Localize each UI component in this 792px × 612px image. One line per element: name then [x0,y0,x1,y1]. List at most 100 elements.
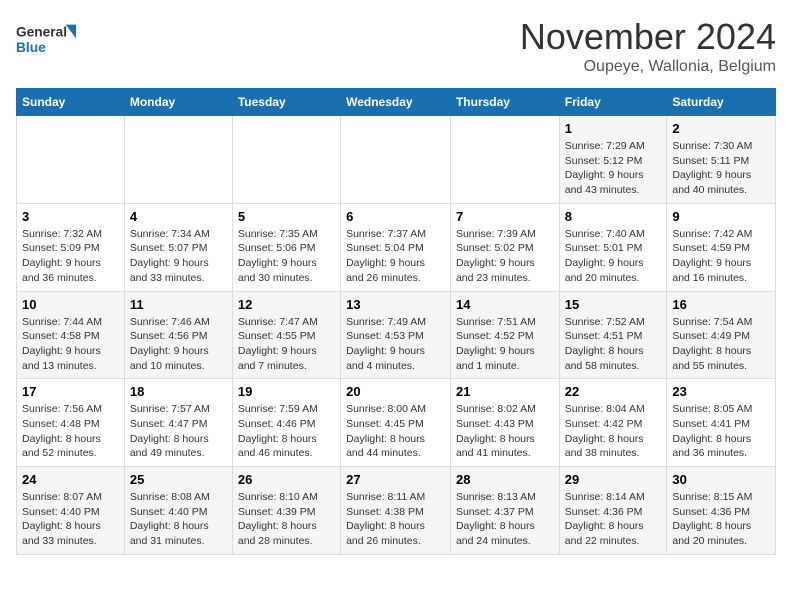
day-cell: 28 Sunrise: 8:13 AM Sunset: 4:37 PM Dayli… [450,467,559,555]
day-cell: 23 Sunrise: 8:05 AM Sunset: 4:41 PM Dayli… [667,379,776,467]
day-cell: 25 Sunrise: 8:08 AM Sunset: 4:40 PM Dayli… [124,467,232,555]
day-cell [232,116,340,204]
day-info: Sunrise: 7:40 AM Sunset: 5:01 PM Dayligh… [565,227,662,286]
day-number: 24 [22,472,119,487]
day-info: Sunrise: 8:04 AM Sunset: 4:42 PM Dayligh… [565,402,662,461]
header-wednesday: Wednesday [341,89,451,116]
day-info: Sunrise: 7:59 AM Sunset: 4:46 PM Dayligh… [238,402,335,461]
week-row-4: 17 Sunrise: 7:56 AM Sunset: 4:48 PM Dayli… [17,379,776,467]
subtitle: Oupeye, Wallonia, Belgium [520,58,776,76]
week-row-5: 24Sunrise: 8:07 AM Sunset: 4:40 PM Dayli… [17,467,776,555]
day-cell: 26Sunrise: 8:10 AM Sunset: 4:39 PM Dayli… [232,467,340,555]
day-cell: 16Sunrise: 7:54 AM Sunset: 4:49 PM Dayli… [667,291,776,379]
day-cell [341,116,451,204]
day-cell: 1 Sunrise: 7:29 AM Sunset: 5:12 PM Daylig… [559,116,667,204]
header-thursday: Thursday [450,89,559,116]
header-row: SundayMondayTuesdayWednesdayThursdayFrid… [17,89,776,116]
day-info: Sunrise: 7:32 AM Sunset: 5:09 PM Dayligh… [22,227,119,286]
day-number: 27 [346,472,445,487]
day-info: Sunrise: 7:30 AM Sunset: 5:11 PM Dayligh… [672,139,770,198]
day-cell: 14 Sunrise: 7:51 AM Sunset: 4:52 PM Dayli… [450,291,559,379]
header-tuesday: Tuesday [232,89,340,116]
day-number: 17 [22,384,119,399]
day-info: Sunrise: 7:46 AM Sunset: 4:56 PM Dayligh… [130,315,227,374]
header-monday: Monday [124,89,232,116]
day-cell: 2Sunrise: 7:30 AM Sunset: 5:11 PM Daylig… [667,116,776,204]
day-cell: 7 Sunrise: 7:39 AM Sunset: 5:02 PM Daylig… [450,203,559,291]
day-info: Sunrise: 7:39 AM Sunset: 5:02 PM Dayligh… [456,227,554,286]
day-info: Sunrise: 7:52 AM Sunset: 4:51 PM Dayligh… [565,315,662,374]
day-info: Sunrise: 7:34 AM Sunset: 5:07 PM Dayligh… [130,227,227,286]
logo-svg: General Blue [16,16,76,64]
day-info: Sunrise: 8:10 AM Sunset: 4:39 PM Dayligh… [238,490,335,549]
day-info: Sunrise: 8:15 AM Sunset: 4:36 PM Dayligh… [672,490,770,549]
day-info: Sunrise: 7:35 AM Sunset: 5:06 PM Dayligh… [238,227,335,286]
day-info: Sunrise: 7:44 AM Sunset: 4:58 PM Dayligh… [22,315,119,374]
day-info: Sunrise: 8:02 AM Sunset: 4:43 PM Dayligh… [456,402,554,461]
day-cell: 24Sunrise: 8:07 AM Sunset: 4:40 PM Dayli… [17,467,125,555]
svg-text:Blue: Blue [16,40,46,55]
day-info: Sunrise: 8:05 AM Sunset: 4:41 PM Dayligh… [672,402,770,461]
day-number: 1 [565,121,662,136]
day-number: 23 [672,384,770,399]
day-number: 14 [456,297,554,312]
day-number: 8 [565,209,662,224]
week-row-3: 10Sunrise: 7:44 AM Sunset: 4:58 PM Dayli… [17,291,776,379]
day-number: 29 [565,472,662,487]
day-cell: 15 Sunrise: 7:52 AM Sunset: 4:51 PM Dayli… [559,291,667,379]
day-cell: 4 Sunrise: 7:34 AM Sunset: 5:07 PM Daylig… [124,203,232,291]
day-cell: 22 Sunrise: 8:04 AM Sunset: 4:42 PM Dayli… [559,379,667,467]
day-number: 15 [565,297,662,312]
day-number: 19 [238,384,335,399]
day-cell: 17 Sunrise: 7:56 AM Sunset: 4:48 PM Dayli… [17,379,125,467]
day-cell [450,116,559,204]
week-row-1: 1 Sunrise: 7:29 AM Sunset: 5:12 PM Daylig… [17,116,776,204]
day-cell: 18Sunrise: 7:57 AM Sunset: 4:47 PM Dayli… [124,379,232,467]
day-cell: 21 Sunrise: 8:02 AM Sunset: 4:43 PM Dayli… [450,379,559,467]
day-info: Sunrise: 7:54 AM Sunset: 4:49 PM Dayligh… [672,315,770,374]
day-number: 4 [130,209,227,224]
day-number: 9 [672,209,770,224]
header-friday: Friday [559,89,667,116]
week-row-2: 3 Sunrise: 7:32 AM Sunset: 5:09 PM Daylig… [17,203,776,291]
day-cell: 12Sunrise: 7:47 AM Sunset: 4:55 PM Dayli… [232,291,340,379]
day-cell: 29 Sunrise: 8:14 AM Sunset: 4:36 PM Dayli… [559,467,667,555]
day-cell: 8 Sunrise: 7:40 AM Sunset: 5:01 PM Daylig… [559,203,667,291]
day-number: 11 [130,297,227,312]
day-cell: 6 Sunrise: 7:37 AM Sunset: 5:04 PM Daylig… [341,203,451,291]
title-area: November 2024 Oupeye, Wallonia, Belgium [520,16,776,76]
day-info: Sunrise: 8:00 AM Sunset: 4:45 PM Dayligh… [346,402,445,461]
day-number: 6 [346,209,445,224]
day-number: 5 [238,209,335,224]
day-info: Sunrise: 8:14 AM Sunset: 4:36 PM Dayligh… [565,490,662,549]
day-info: Sunrise: 8:13 AM Sunset: 4:37 PM Dayligh… [456,490,554,549]
day-number: 20 [346,384,445,399]
day-number: 13 [346,297,445,312]
day-number: 28 [456,472,554,487]
day-number: 3 [22,209,119,224]
day-cell: 5 Sunrise: 7:35 AM Sunset: 5:06 PM Daylig… [232,203,340,291]
logo: General Blue [16,16,76,64]
day-number: 12 [238,297,335,312]
day-info: Sunrise: 7:49 AM Sunset: 4:53 PM Dayligh… [346,315,445,374]
day-info: Sunrise: 7:37 AM Sunset: 5:04 PM Dayligh… [346,227,445,286]
day-number: 18 [130,384,227,399]
day-cell: 11 Sunrise: 7:46 AM Sunset: 4:56 PM Dayli… [124,291,232,379]
day-cell [17,116,125,204]
day-number: 7 [456,209,554,224]
day-info: Sunrise: 8:08 AM Sunset: 4:40 PM Dayligh… [130,490,227,549]
day-info: Sunrise: 7:51 AM Sunset: 4:52 PM Dayligh… [456,315,554,374]
day-number: 25 [130,472,227,487]
day-info: Sunrise: 7:56 AM Sunset: 4:48 PM Dayligh… [22,402,119,461]
day-info: Sunrise: 7:29 AM Sunset: 5:12 PM Dayligh… [565,139,662,198]
day-cell: 9Sunrise: 7:42 AM Sunset: 4:59 PM Daylig… [667,203,776,291]
calendar-table: SundayMondayTuesdayWednesdayThursdayFrid… [16,88,776,555]
day-cell: 13 Sunrise: 7:49 AM Sunset: 4:53 PM Dayli… [341,291,451,379]
day-number: 21 [456,384,554,399]
day-cell: 20 Sunrise: 8:00 AM Sunset: 4:45 PM Dayli… [341,379,451,467]
day-number: 30 [672,472,770,487]
day-number: 22 [565,384,662,399]
day-cell: 19 Sunrise: 7:59 AM Sunset: 4:46 PM Dayli… [232,379,340,467]
svg-text:General: General [16,25,67,40]
day-cell [124,116,232,204]
